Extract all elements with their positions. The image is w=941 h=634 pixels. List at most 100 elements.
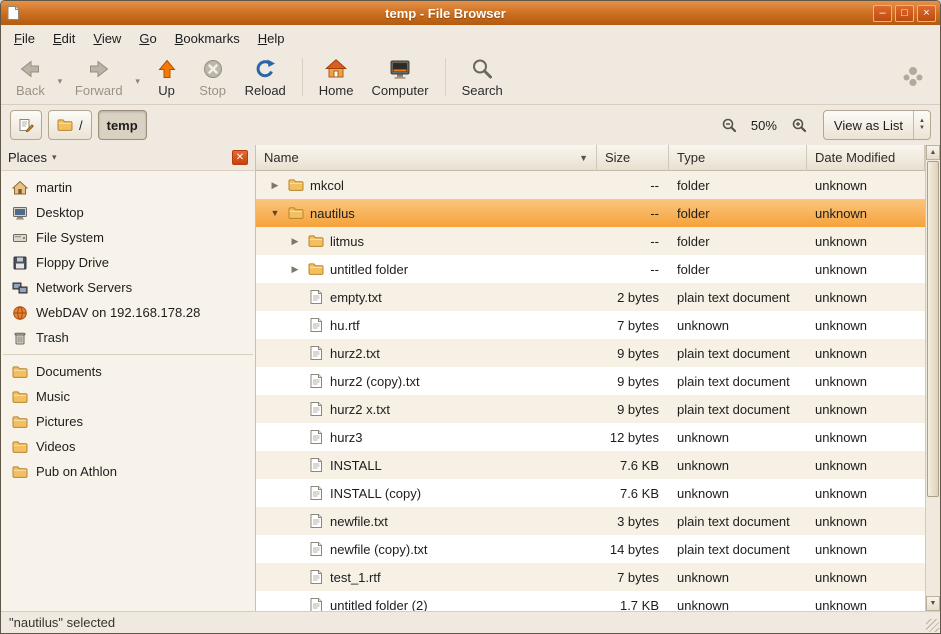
file-row-hurz2-copy-txt[interactable]: hurz2 (copy).txt9 bytesplain text docume… (256, 367, 925, 395)
trash-icon (12, 330, 28, 346)
size-cell: 7.6 KB (597, 451, 669, 479)
name-cell: ▶ mkcol (256, 171, 597, 199)
file-row-install[interactable]: INSTALL7.6 KBunknownunknown (256, 451, 925, 479)
scroll-up-button[interactable]: ▲ (926, 145, 940, 160)
expander-collapsed-icon[interactable]: ▶ (268, 180, 282, 191)
column-header-date-modified[interactable]: Date Modified (807, 145, 925, 171)
type-cell: plain text document (669, 283, 807, 311)
zoom-out-button[interactable] (717, 113, 741, 137)
file-row-hu-rtf[interactable]: hu.rtf7 bytesunknownunknown (256, 311, 925, 339)
sidebar-item-webdav-on-192-168-178-28[interactable]: WebDAV on 192.168.178.28 (1, 300, 255, 325)
column-header-type[interactable]: Type (669, 145, 807, 171)
file-row-newfile-copy-txt[interactable]: newfile (copy).txt14 bytesplain text doc… (256, 535, 925, 563)
titlebar[interactable]: temp - File Browser – □ × (1, 1, 940, 25)
file-row-newfile-txt[interactable]: newfile.txt3 bytesplain text documentunk… (256, 507, 925, 535)
places-header[interactable]: Places ▾ ✕ (1, 145, 255, 171)
toolbar-label: Search (462, 83, 503, 98)
view-mode-select[interactable]: View as List ▲▼ (823, 110, 931, 140)
file-row-test-1-rtf[interactable]: test_1.rtf7 bytesunknownunknown (256, 563, 925, 591)
menu-help[interactable]: Help (250, 27, 293, 50)
file-row-hurz2-txt[interactable]: hurz2.txt9 bytesplain text documentunkno… (256, 339, 925, 367)
file-row-untitled-folder-2-[interactable]: untitled folder (2)1.7 KBunknownunknown (256, 591, 925, 611)
sidebar-item-trash[interactable]: Trash (1, 325, 255, 350)
expander-collapsed-icon[interactable]: ▶ (288, 264, 302, 275)
toolbar-label: Back (16, 83, 45, 98)
sidebar-item-file-system[interactable]: File System (1, 225, 255, 250)
computer-button[interactable]: Computer (362, 53, 437, 101)
zoom-in-button[interactable] (787, 113, 811, 137)
sidebar-item-music[interactable]: Music (1, 384, 255, 409)
date-modified-cell: unknown (807, 339, 925, 367)
file-row-litmus[interactable]: ▶litmus--folderunknown (256, 227, 925, 255)
sort-indicator-icon: ▼ (573, 153, 588, 163)
maximize-button[interactable]: □ (895, 5, 914, 22)
size-cell: 9 bytes (597, 367, 669, 395)
menu-file[interactable]: File (6, 27, 43, 50)
name-cell: ▶litmus (256, 227, 597, 255)
zoom-level: 50% (747, 118, 781, 133)
place-label: Documents (36, 364, 102, 379)
menu-edit[interactable]: Edit (45, 27, 83, 50)
scroll-down-button[interactable]: ▼ (926, 596, 940, 611)
size-cell: 1.7 KB (597, 591, 669, 611)
place-label: Music (36, 389, 70, 404)
file-name: mkcol (310, 178, 344, 193)
home-button[interactable]: Home (310, 53, 363, 101)
sidebar-item-floppy-drive[interactable]: Floppy Drive (1, 250, 255, 275)
name-cell: untitled folder (2) (256, 591, 597, 611)
location-bar: / temp 50% View as List ▲▼ (1, 105, 940, 145)
minimize-button[interactable]: – (873, 5, 892, 22)
resize-grip[interactable] (926, 619, 939, 632)
file-icon (308, 317, 324, 333)
expander-expanded-icon[interactable]: ▼ (268, 208, 282, 218)
back-dropdown-icon: ▾ (54, 53, 66, 101)
menu-go[interactable]: Go (131, 27, 164, 50)
file-row-hurz3[interactable]: hurz312 bytesunknownunknown (256, 423, 925, 451)
sidebar-close-button[interactable]: ✕ (232, 150, 248, 165)
file-row-install-copy-[interactable]: INSTALL (copy)7.6 KBunknownunknown (256, 479, 925, 507)
sidebar-item-documents[interactable]: Documents (1, 359, 255, 384)
sidebar-item-pictures[interactable]: Pictures (1, 409, 255, 434)
sidebar-item-network-servers[interactable]: Network Servers (1, 275, 255, 300)
path-current-button[interactable]: temp (98, 110, 147, 140)
folder-icon (288, 177, 304, 193)
sidebar-item-desktop[interactable]: Desktop (1, 200, 255, 225)
place-label: Desktop (36, 205, 84, 220)
path-root-button[interactable]: / (48, 110, 92, 140)
file-row-nautilus[interactable]: ▼nautilus--folderunknown (256, 199, 925, 227)
close-button[interactable]: × (917, 5, 936, 22)
sidebar-item-pub-on-athlon[interactable]: Pub on Athlon (1, 459, 255, 484)
toolbar-label: Home (319, 83, 354, 98)
reload-button[interactable]: Reload (236, 53, 295, 101)
type-cell: plain text document (669, 395, 807, 423)
toolbar-label: Stop (199, 83, 226, 98)
name-cell: INSTALL (copy) (256, 479, 597, 507)
file-row-untitled-folder[interactable]: ▶untitled folder--folderunknown (256, 255, 925, 283)
file-row-hurz2-x-txt[interactable]: hurz2 x.txt9 bytesplain text documentunk… (256, 395, 925, 423)
file-row-empty-txt[interactable]: empty.txt2 bytesplain text documentunkno… (256, 283, 925, 311)
expander-collapsed-icon[interactable]: ▶ (288, 236, 302, 247)
file-list: Name▼SizeTypeDate Modified ▶mkcol--folde… (256, 145, 925, 611)
size-cell: 2 bytes (597, 283, 669, 311)
search-button[interactable]: Search (453, 53, 512, 101)
sidebar-item-videos[interactable]: Videos (1, 434, 255, 459)
size-cell: -- (597, 227, 669, 255)
file-row-mkcol[interactable]: ▶mkcol--folderunknown (256, 171, 925, 199)
column-header-size[interactable]: Size (597, 145, 669, 171)
scrollbar-thumb[interactable] (927, 161, 939, 497)
place-label: File System (36, 230, 104, 245)
window-icon (5, 5, 21, 21)
file-rows: ▶mkcol--folderunknown▼nautilus--folderun… (256, 171, 925, 611)
up-button[interactable]: Up (144, 53, 190, 101)
file-name: hurz2 x.txt (330, 402, 390, 417)
size-cell: 7.6 KB (597, 479, 669, 507)
edit-location-button[interactable] (10, 110, 42, 140)
scrollbar-trough[interactable] (926, 160, 940, 596)
column-header-name[interactable]: Name▼ (256, 145, 597, 171)
sidebar-item-martin[interactable]: martin (1, 175, 255, 200)
menu-view[interactable]: View (85, 27, 129, 50)
vertical-scrollbar[interactable]: ▲ ▼ (925, 145, 940, 611)
menu-bookmarks[interactable]: Bookmarks (167, 27, 248, 50)
column-label: Type (677, 150, 705, 165)
combo-arrows-icon: ▲▼ (913, 111, 930, 139)
